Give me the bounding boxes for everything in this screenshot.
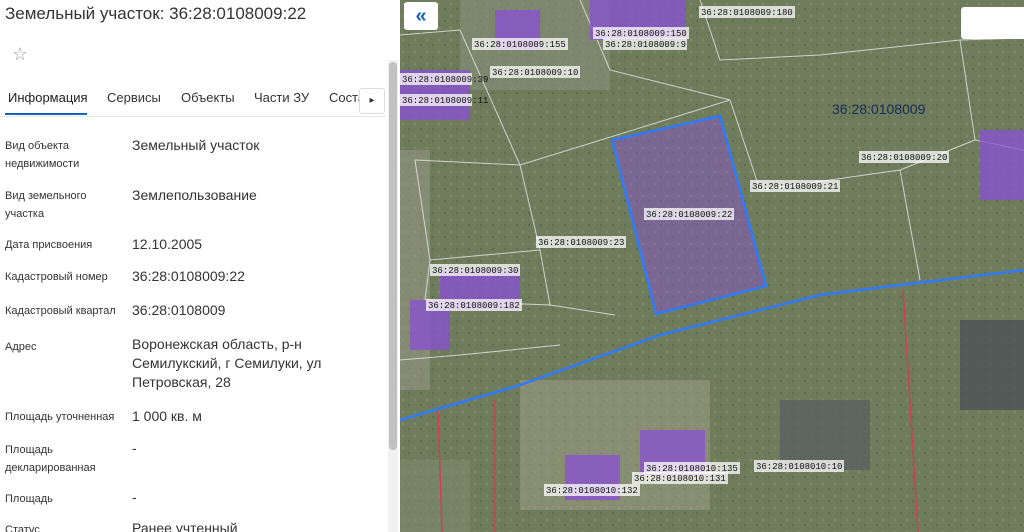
label-date: Дата присвоения <box>5 239 93 251</box>
label-cadastral-quarter: Кадастровый квартал <box>5 305 116 317</box>
parcel-label: 36:28:0108009:20 <box>861 153 947 163</box>
value-status: Ранее учтенный <box>132 520 238 532</box>
value-area-declared: - <box>132 440 137 456</box>
tab-services[interactable]: Сервисы <box>107 90 161 105</box>
tab-parts[interactable]: Части ЗУ <box>254 90 309 105</box>
value-object-type: Земельный участок <box>132 137 260 153</box>
parcel-label: 36:28:0108009:182 <box>428 301 520 311</box>
page-title: Земельный участок: 36:28:0108009:22 <box>5 4 307 23</box>
label-address: Адрес <box>5 341 37 353</box>
parcel-label: 36:28:0108009:21 <box>752 182 838 192</box>
parcel-label: 36:28:0108010:132 <box>546 486 638 496</box>
label-object-type: Вид объекта недвижимости <box>5 140 80 170</box>
value-cadastral-number: 36:28:0108009:22 <box>132 268 245 284</box>
parcel-label: 36:28:0108009:150 <box>595 29 687 39</box>
tab-bar: Информация Сервисы Объекты Части ЗУ Сост… <box>0 82 386 117</box>
favorite-star-icon[interactable]: ☆ <box>10 44 30 64</box>
parcel-label: 36:28:0108009:155 <box>474 40 566 50</box>
quarter-label: 36:28:0108009 <box>832 101 926 117</box>
label-area-declared: Площадь декларированная <box>5 444 96 474</box>
label-land-type: Вид земельного участка <box>5 190 87 220</box>
value-area-refined: 1 000 кв. м <box>132 408 202 424</box>
building-roof <box>780 400 870 470</box>
yard-area <box>400 460 470 532</box>
map-view[interactable]: 36:28:0108009:180 36:28:0108009:155 36:2… <box>400 0 1024 532</box>
parcel-label: 36:28:0108009:23 <box>538 238 624 248</box>
parcel-label: 36:28:0108009:10 <box>492 68 578 78</box>
map-canvas[interactable]: 36:28:0108009:180 36:28:0108009:155 36:2… <box>400 0 1024 532</box>
building-roof <box>960 320 1024 410</box>
building-roof <box>400 150 430 390</box>
parcel-label: 36:28:0108009:9 <box>605 40 686 50</box>
parcel-label: 36:28:0108009:39 <box>402 75 488 85</box>
tab-info[interactable]: Информация <box>8 90 88 105</box>
value-area: - <box>132 489 137 505</box>
tab-objects[interactable]: Объекты <box>181 90 235 105</box>
map-control-button[interactable] <box>961 7 1024 39</box>
parcel-label: 36:28:0108009:180 <box>701 8 793 18</box>
parcel-label: 36:28:0108009:22 <box>646 210 732 220</box>
value-cadastral-quarter: 36:28:0108009 <box>132 302 226 318</box>
tabs-scroll-right-button[interactable]: ▸ <box>359 88 385 114</box>
value-date: 12.10.2005 <box>132 236 203 252</box>
label-cadastral-number: Кадастровый номер <box>5 271 108 283</box>
parcel-label: 36:28:0108010:10 <box>756 462 842 472</box>
label-status: Статус <box>5 524 40 532</box>
label-area-refined: Площадь уточненная <box>5 411 115 423</box>
parcel-label: 36:28:0108010:131 <box>634 474 726 484</box>
panel-scroll-thumb[interactable] <box>389 62 397 450</box>
value-address: Воронежская область, р-н Семилукский, г … <box>132 336 322 390</box>
parcel-label: 36:28:0108009:11 <box>402 96 488 106</box>
parcel-label: 36:28:0108009:30 <box>432 266 518 276</box>
active-tab-indicator <box>5 113 87 115</box>
collapse-panel-button[interactable]: « <box>404 2 438 30</box>
value-land-type: Землепользование <box>132 187 257 203</box>
label-area: Площадь <box>5 493 53 505</box>
info-panel: Земельный участок: 36:28:0108009:22 ☆ Ин… <box>0 0 400 532</box>
